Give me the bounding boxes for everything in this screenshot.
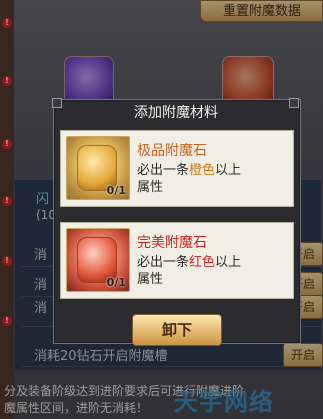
modal-title: 添加附魔材料 xyxy=(134,105,218,121)
item-count: 0/1 xyxy=(106,184,126,197)
material-name: 极品附魔石 xyxy=(137,143,207,159)
item-count: 0/1 xyxy=(106,276,126,289)
material-name: 完美附魔石 xyxy=(137,235,207,251)
red-enchant-stone-icon[interactable]: 0/1 xyxy=(66,228,130,292)
material-description: 必出一条红色以上 属性 xyxy=(137,255,242,287)
material-description: 必出一条橙色以上 属性 xyxy=(137,163,242,195)
unload-button[interactable]: 卸下 xyxy=(132,314,222,346)
gold-enchant-stone-icon[interactable]: 0/1 xyxy=(66,136,130,200)
